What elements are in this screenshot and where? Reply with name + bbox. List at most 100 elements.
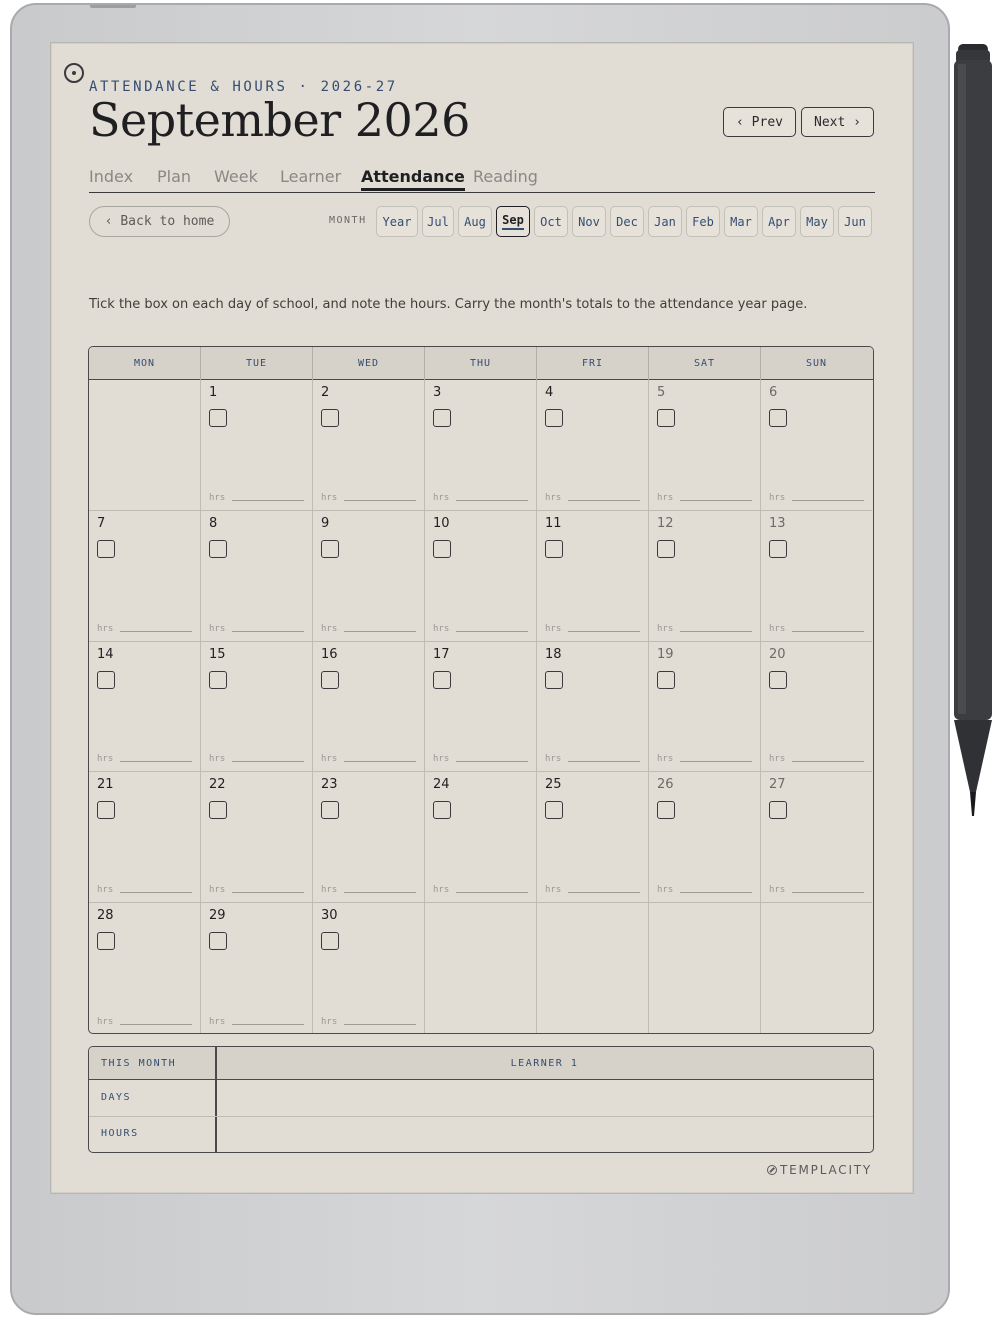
month-button-jun[interactable]: Jun bbox=[838, 206, 872, 237]
attendance-checkbox[interactable] bbox=[321, 801, 339, 820]
hours-input-line[interactable] bbox=[232, 892, 304, 894]
day-cell-13: 13 hrs bbox=[761, 511, 872, 642]
attendance-checkbox[interactable] bbox=[209, 670, 227, 689]
hours-input-line[interactable] bbox=[568, 499, 640, 501]
brand-mark-icon bbox=[767, 1165, 777, 1175]
attendance-checkbox[interactable] bbox=[97, 670, 115, 689]
hours-input-line[interactable] bbox=[232, 1023, 304, 1025]
weekday-wed: WED bbox=[313, 347, 425, 380]
hours-input-line[interactable] bbox=[344, 761, 416, 763]
learner-column-label: LEARNER 1 bbox=[510, 1058, 579, 1069]
attendance-checkbox[interactable] bbox=[769, 670, 787, 689]
hours-input-line[interactable] bbox=[344, 630, 416, 632]
tab-learner[interactable]: Learner bbox=[280, 167, 341, 186]
hours-input-line[interactable] bbox=[792, 499, 864, 501]
hours-input-line[interactable] bbox=[792, 630, 864, 632]
month-button-apr[interactable]: Apr bbox=[762, 206, 796, 237]
month-button-jan[interactable]: Jan bbox=[648, 206, 682, 237]
hours-input-line[interactable] bbox=[680, 892, 752, 894]
hours-input-line[interactable] bbox=[120, 761, 192, 763]
hours-input-line[interactable] bbox=[792, 892, 864, 894]
hours-input-line[interactable] bbox=[680, 761, 752, 763]
hours-input-line[interactable] bbox=[568, 761, 640, 763]
attendance-checkbox[interactable] bbox=[97, 539, 115, 558]
hours-input-line[interactable] bbox=[456, 761, 528, 763]
learner-days-field[interactable] bbox=[217, 1081, 873, 1115]
hours-label: hrs bbox=[321, 754, 338, 765]
attendance-checkbox[interactable] bbox=[657, 801, 675, 820]
attendance-checkbox[interactable] bbox=[545, 409, 563, 427]
weekday-header: MON TUE WED THU FRI SAT SUN bbox=[89, 347, 873, 380]
hours-input-line[interactable] bbox=[680, 630, 752, 632]
tab-week[interactable]: Week bbox=[214, 167, 258, 186]
month-button-feb[interactable]: Feb bbox=[686, 206, 720, 237]
hours-input-line[interactable] bbox=[792, 761, 864, 763]
tab-reading[interactable]: Reading bbox=[473, 167, 538, 186]
day-cell-30: 30 hrs bbox=[313, 903, 425, 1033]
month-button-year[interactable]: Year bbox=[376, 206, 418, 237]
hours-input-line[interactable] bbox=[344, 499, 416, 501]
hours-input-line[interactable] bbox=[120, 630, 192, 632]
attendance-checkbox[interactable] bbox=[209, 801, 227, 820]
hours-input-line[interactable] bbox=[456, 892, 528, 894]
day-number: 25 bbox=[545, 777, 562, 793]
attendance-checkbox[interactable] bbox=[321, 932, 339, 951]
month-button-dec[interactable]: Dec bbox=[610, 206, 644, 237]
hours-input-line[interactable] bbox=[120, 1023, 192, 1025]
empty-day-cell bbox=[649, 903, 761, 1033]
attendance-checkbox[interactable] bbox=[97, 932, 115, 951]
attendance-checkbox[interactable] bbox=[433, 670, 451, 689]
attendance-checkbox[interactable] bbox=[209, 932, 227, 951]
day-number: 19 bbox=[657, 646, 674, 662]
hours-input-line[interactable] bbox=[456, 499, 528, 501]
month-button-sep[interactable]: Sep bbox=[496, 206, 530, 237]
next-button[interactable]: Next › bbox=[801, 107, 874, 137]
attendance-checkbox[interactable] bbox=[209, 409, 227, 427]
month-button-label: May bbox=[806, 214, 828, 229]
month-button-aug[interactable]: Aug bbox=[458, 206, 492, 237]
attendance-checkbox[interactable] bbox=[769, 539, 787, 558]
attendance-checkbox[interactable] bbox=[545, 539, 563, 558]
tab-attendance[interactable]: Attendance bbox=[361, 167, 465, 191]
hours-input-line[interactable] bbox=[120, 892, 192, 894]
attendance-checkbox[interactable] bbox=[433, 801, 451, 820]
month-button-may[interactable]: May bbox=[800, 206, 834, 237]
hours-input-line[interactable] bbox=[344, 892, 416, 894]
attendance-checkbox[interactable] bbox=[657, 539, 675, 558]
attendance-checkbox[interactable] bbox=[657, 409, 675, 427]
attendance-checkbox[interactable] bbox=[97, 801, 115, 820]
hours-input-line[interactable] bbox=[680, 499, 752, 501]
back-to-home-button[interactable]: ‹ Back to home bbox=[89, 206, 230, 237]
attendance-checkbox[interactable] bbox=[545, 670, 563, 689]
hours-label: hrs bbox=[657, 885, 674, 896]
hours-input-line[interactable] bbox=[232, 630, 304, 632]
attendance-checkbox[interactable] bbox=[209, 539, 227, 558]
tab-index[interactable]: Index bbox=[89, 167, 133, 186]
menu-circle-icon[interactable] bbox=[64, 63, 84, 83]
tab-plan[interactable]: Plan bbox=[157, 167, 191, 186]
hours-label: hrs bbox=[433, 754, 450, 765]
month-button-mar[interactable]: Mar bbox=[724, 206, 758, 237]
attendance-checkbox[interactable] bbox=[657, 670, 675, 689]
hours-input-line[interactable] bbox=[344, 1023, 416, 1025]
learner-hours-field[interactable] bbox=[217, 1117, 873, 1152]
attendance-checkbox[interactable] bbox=[545, 801, 563, 820]
month-button-nov[interactable]: Nov bbox=[572, 206, 606, 237]
attendance-checkbox[interactable] bbox=[321, 539, 339, 558]
prev-button[interactable]: ‹ Prev bbox=[723, 107, 796, 137]
attendance-checkbox[interactable] bbox=[433, 409, 451, 427]
attendance-checkbox[interactable] bbox=[321, 409, 339, 427]
hours-input-line[interactable] bbox=[456, 630, 528, 632]
attendance-checkbox[interactable] bbox=[433, 539, 451, 558]
month-button-oct[interactable]: Oct bbox=[534, 206, 568, 237]
attendance-checkbox[interactable] bbox=[769, 801, 787, 820]
day-cell-9: 9 hrs bbox=[313, 510, 425, 642]
hours-input-line[interactable] bbox=[568, 892, 640, 894]
hours-input-line[interactable] bbox=[232, 761, 304, 763]
attendance-checkbox[interactable] bbox=[321, 670, 339, 689]
attendance-checkbox[interactable] bbox=[769, 409, 787, 427]
hours-input-line[interactable] bbox=[568, 630, 640, 632]
weekday-thu: THU bbox=[425, 347, 537, 380]
month-button-jul[interactable]: Jul bbox=[422, 206, 454, 237]
hours-input-line[interactable] bbox=[232, 499, 304, 501]
